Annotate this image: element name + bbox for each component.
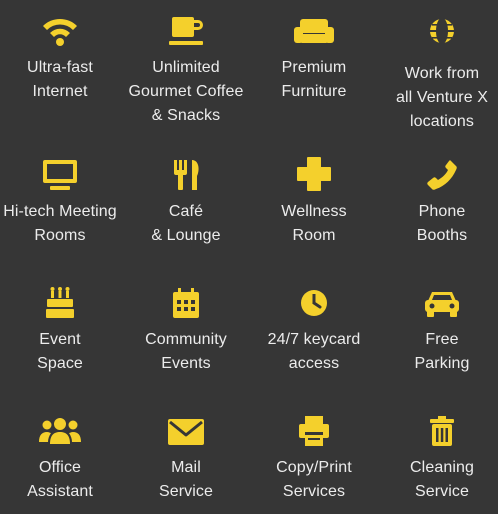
amenity-label: Copy/Print Services [276,459,352,500]
amenity-work-from-all-locations: Work from all Venture X locations [380,14,498,134]
amenity-label: Office Assistant [27,459,93,500]
amenity-event-space: Event Space [0,286,122,376]
coffee-cup-icon [124,14,248,48]
printer-icon [252,414,376,448]
amenity-label: Mail Service [158,459,214,500]
amenity-label: Café & Lounge [151,203,221,244]
wifi-icon [0,14,122,48]
envelope-icon [124,414,248,448]
amenity-phone-booths: Phone Booths [380,158,498,248]
amenity-label: Hi-tech Meeting Rooms [3,203,117,244]
amenity-free-parking: Free Parking [380,286,498,376]
amenity-cleaning-service: Cleaning Service [380,414,498,504]
car-icon [380,286,498,320]
phone-icon [380,158,498,192]
amenity-ultra-fast-internet: Ultra-fast Internet [0,14,122,104]
amenity-office-assistant: Office Assistant [0,414,122,504]
amenity-label: Premium Furniture [281,59,347,100]
amenity-premium-furniture: Premium Furniture [252,14,376,104]
birthday-cake-icon [0,286,122,320]
users-icon [0,414,122,448]
amenity-label: Free Parking [414,331,470,372]
clock-icon [252,286,376,320]
amenity-wellness-room: Wellness Room [252,156,376,248]
amenity-label: Event Space [37,331,83,372]
fork-knife-icon [124,158,248,192]
amenity-cafe-lounge: Café & Lounge [124,158,248,248]
amenity-label: Cleaning Service [410,459,474,500]
amenity-label: Community Events [145,331,227,372]
amenity-label: Unlimited Gourmet Coffee & Snacks [128,59,244,124]
amenity-hi-tech-meeting-rooms: Hi-tech Meeting Rooms [0,158,122,248]
amenity-label: Work from all Venture X locations [395,65,489,130]
sofa-icon [252,14,376,48]
globe-icon [380,14,498,48]
calendar-icon [124,286,248,320]
amenity-label: 24/7 keycard access [267,331,361,372]
amenity-copy-print-services: Copy/Print Services [252,414,376,504]
amenities-grid: Ultra-fast Internet Unlimited Gourmet Co… [0,0,498,514]
amenity-mail-service: Mail Service [124,414,248,504]
monitor-icon [0,158,122,192]
amenity-keycard-access: 24/7 keycard access [252,286,376,376]
amenity-label: Ultra-fast Internet [27,59,93,100]
trash-icon [380,414,498,448]
amenity-community-events: Community Events [124,286,248,376]
medical-cross-icon [252,156,376,192]
amenity-label: Phone Booths [416,203,468,244]
amenity-unlimited-gourmet-coffee: Unlimited Gourmet Coffee & Snacks [124,14,248,128]
amenity-label: Wellness Room [281,203,347,244]
